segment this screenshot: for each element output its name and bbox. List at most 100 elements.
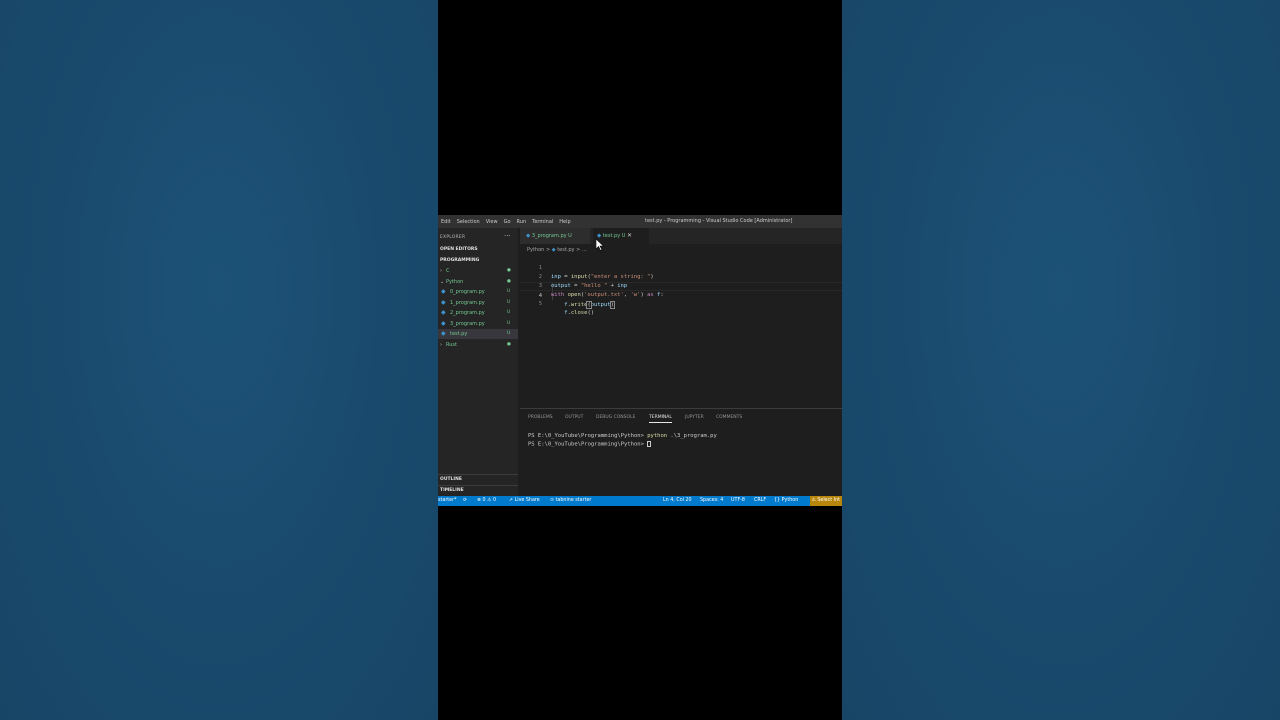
language-label: Python bbox=[781, 498, 799, 503]
status-indentation[interactable]: Spaces: 4 bbox=[700, 496, 723, 506]
menu-edit[interactable]: Edit bbox=[438, 219, 454, 225]
git-modified-dot: ● bbox=[507, 342, 511, 347]
explorer-header: EXPLORER bbox=[440, 235, 466, 240]
tree-file-3-program[interactable]: ◆ 3_program.py U bbox=[438, 319, 518, 329]
terminal-cursor bbox=[647, 441, 652, 447]
status-live-share[interactable]: ➚ Live Share bbox=[509, 496, 540, 506]
tab-status: U bbox=[621, 233, 626, 239]
python-file-icon: ◆ bbox=[526, 233, 531, 239]
line-number: 5 bbox=[538, 301, 542, 307]
code-line-5[interactable]: 5 f.close() bbox=[520, 291, 842, 316]
status-language[interactable]: {} Python bbox=[774, 496, 798, 506]
breadcrumb-folder[interactable]: Python bbox=[527, 247, 544, 253]
background-right bbox=[842, 0, 1280, 720]
sync-icon[interactable]: ⟳ bbox=[463, 496, 467, 506]
tree-label: Rust bbox=[446, 342, 457, 348]
tree-folder-rust[interactable]: › Rust ● bbox=[438, 340, 518, 350]
tab-3-program[interactable]: ◆ 3_program.py U bbox=[520, 228, 590, 244]
breadcrumb: Python > ◆ test.py > ... bbox=[527, 247, 587, 253]
terminal-argument: .\3_program.py bbox=[670, 433, 717, 439]
python-file-icon: ◆ bbox=[441, 309, 446, 316]
git-untracked-badge: U bbox=[507, 321, 511, 326]
git-modified-dot: ● bbox=[507, 268, 511, 273]
live-share-label: Live Share bbox=[514, 498, 540, 503]
terminal-prompt: PS E:\0_YouTube\Programming\Python> bbox=[528, 441, 644, 448]
status-encoding[interactable]: UTF-8 bbox=[731, 496, 745, 506]
timeline-section[interactable]: TIMELINE bbox=[438, 485, 518, 495]
vscode-window: Edit Selection View Go Run Terminal Help… bbox=[438, 215, 842, 506]
tab-label: test.py bbox=[602, 233, 621, 239]
tree-file-test[interactable]: ◆ test.py U bbox=[438, 329, 518, 339]
window-title: test.py - Programming - Visual Studio Co… bbox=[645, 218, 793, 224]
tree-folder-python[interactable]: ⌄ Python ● bbox=[438, 277, 518, 287]
git-untracked-badge: U bbox=[507, 310, 511, 315]
code-line-2[interactable]: 2 output = "hello " + inp bbox=[520, 264, 842, 289]
tab-terminal[interactable]: TERMINAL bbox=[649, 415, 672, 423]
breadcrumb-file[interactable]: test.py bbox=[557, 247, 574, 253]
tab-output[interactable]: OUTPUT bbox=[565, 415, 583, 420]
editor-tab-bar: ◆ 3_program.py U ◆ test.py U ✕ bbox=[520, 228, 842, 244]
menu-run[interactable]: Run bbox=[514, 219, 530, 225]
tree-label: 3_program.py bbox=[450, 321, 485, 327]
status-eol[interactable]: CRLF bbox=[754, 496, 766, 506]
chevron-right-icon: › bbox=[440, 268, 442, 274]
close-icon[interactable]: ✕ bbox=[627, 232, 632, 239]
status-cursor-position[interactable]: Ln 4, Col 20 bbox=[663, 496, 692, 506]
tree-file-2-program[interactable]: ◆ 2_program.py U bbox=[438, 308, 518, 318]
terminal-line-2[interactable]: PS E:\0_YouTube\Programming\Python> bbox=[528, 441, 652, 448]
tree-label: test.py bbox=[450, 331, 468, 337]
git-untracked-badge: U bbox=[507, 300, 511, 305]
code-line-3[interactable]: 3 with open('output.txt', 'w') as f: bbox=[520, 273, 842, 298]
tree-file-0-program[interactable]: ◆ 0_program.py U bbox=[438, 287, 518, 297]
status-problems[interactable]: ⊗ 0 ⚠ 0 bbox=[477, 496, 496, 506]
outline-section[interactable]: OUTLINE bbox=[438, 474, 518, 484]
terminal-line-1[interactable]: PS E:\0_YouTube\Programming\Python> pyth… bbox=[528, 433, 717, 439]
tab-problems[interactable]: PROBLEMS bbox=[528, 415, 553, 420]
title-bar: Edit Selection View Go Run Terminal Help… bbox=[438, 215, 842, 228]
mouse-pointer-icon bbox=[596, 239, 604, 251]
tab-debug-console[interactable]: DEBUG CONSOLE bbox=[596, 415, 635, 420]
tree-label: 2_program.py bbox=[450, 310, 485, 316]
breadcrumb-symbol[interactable]: > ... bbox=[576, 247, 587, 253]
terminal-prompt: PS E:\0_YouTube\Programming\Python> bbox=[528, 433, 644, 439]
tab-status: U bbox=[568, 233, 572, 239]
menu-go[interactable]: Go bbox=[501, 219, 514, 225]
bottom-panel: PROBLEMS OUTPUT DEBUG CONSOLE TERMINAL J… bbox=[520, 408, 842, 500]
code-line-1[interactable]: 1 inp = input("enter a string: ") bbox=[520, 255, 842, 280]
tree-label: C bbox=[446, 268, 450, 274]
python-file-icon: ◆ bbox=[441, 320, 446, 327]
git-untracked-badge: U bbox=[507, 289, 511, 294]
workspace-root[interactable]: PROGRAMMING bbox=[440, 258, 479, 263]
background-left bbox=[0, 0, 438, 720]
menu-terminal[interactable]: Terminal bbox=[529, 219, 556, 225]
status-select-interpreter[interactable]: ⚠ Select Int bbox=[809, 496, 842, 506]
tab-comments[interactable]: COMMENTS bbox=[716, 415, 742, 420]
brackets-icon: {} bbox=[774, 498, 781, 503]
python-file-icon: ◆ bbox=[551, 247, 556, 253]
explorer-sidebar: EXPLORER ··· OPEN EDITORS PROGRAMMING › … bbox=[438, 228, 518, 506]
tree-label: Python bbox=[446, 279, 464, 285]
tab-jupyter[interactable]: JUPYTER bbox=[685, 415, 704, 420]
tree-label: 0_program.py bbox=[450, 289, 485, 295]
status-bar: starter* ⟳ ⊗ 0 ⚠ 0 ➚ Live Share ⊙ tabnin… bbox=[438, 496, 842, 506]
tree-folder-c[interactable]: › C ● bbox=[438, 266, 518, 276]
code-text: f.close() bbox=[564, 310, 595, 316]
python-file-icon: ◆ bbox=[441, 288, 446, 295]
open-editors-section[interactable]: OPEN EDITORS bbox=[440, 247, 478, 252]
code-editor[interactable]: 1 inp = input("enter a string: ") 2 outp… bbox=[520, 255, 842, 405]
terminal-command: python bbox=[647, 433, 668, 439]
text-cursor bbox=[613, 301, 615, 308]
breadcrumb-separator: > bbox=[545, 247, 551, 253]
chevron-right-icon: › bbox=[440, 342, 442, 348]
menu-help[interactable]: Help bbox=[556, 219, 573, 225]
status-tabnine[interactable]: ⊙ tabnine starter bbox=[550, 496, 591, 506]
python-file-icon: ◆ bbox=[441, 330, 446, 337]
code-line-4[interactable]: 4 f.write(output) bbox=[520, 282, 842, 309]
git-untracked-badge: U bbox=[507, 331, 511, 336]
chevron-down-icon: ⌄ bbox=[440, 279, 445, 285]
menu-view[interactable]: View bbox=[483, 219, 501, 225]
tree-file-1-program[interactable]: ◆ 1_program.py U bbox=[438, 298, 518, 308]
status-branch[interactable]: starter* bbox=[438, 496, 457, 506]
menu-selection[interactable]: Selection bbox=[454, 219, 483, 225]
more-actions-icon[interactable]: ··· bbox=[504, 232, 511, 240]
